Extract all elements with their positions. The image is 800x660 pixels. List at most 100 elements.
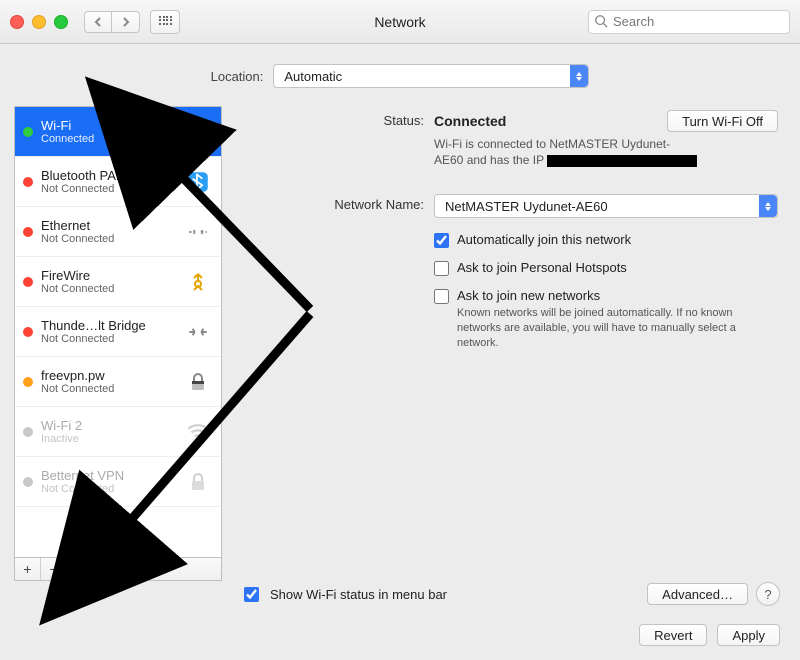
status-dot-disconnected <box>23 177 33 187</box>
service-name: freevpn.pw <box>41 368 175 383</box>
auto-join-row: Automatically join this network <box>434 232 778 248</box>
service-bluetooth-pan[interactable]: Bluetooth PAN Not Connected <box>15 157 221 207</box>
service-name: Thunde…lt Bridge <box>41 318 175 333</box>
wifi-grey-icon <box>183 417 213 447</box>
status-dot-disconnected <box>23 277 33 287</box>
window-controls <box>10 15 68 29</box>
titlebar: Network <box>0 0 800 44</box>
footer: Revert Apply <box>639 624 780 646</box>
help-button[interactable]: ? <box>756 582 780 606</box>
service-name: Betternet VPN <box>41 468 175 483</box>
search-field-wrapper <box>588 10 790 34</box>
status-dot-connected <box>23 127 33 137</box>
status-dot-disconnected <box>23 227 33 237</box>
lock-icon <box>183 367 213 397</box>
status-dot-disconnected <box>23 327 33 337</box>
revert-button[interactable]: Revert <box>639 624 707 646</box>
service-list[interactable]: Wi-Fi Connected Bluetooth PAN Not Connec… <box>14 106 222 558</box>
network-name-popup[interactable]: NetMASTER Uydunet-AE60 <box>434 194 778 218</box>
lock-grey-icon <box>183 467 213 497</box>
service-sub: Not Connected <box>41 483 175 495</box>
search-input[interactable] <box>588 10 790 34</box>
firewire-icon <box>183 267 213 297</box>
bottom-row: Show Wi-Fi status in menu bar Advanced… … <box>240 582 780 606</box>
ask-new-checkbox[interactable] <box>434 289 449 304</box>
bluetooth-icon <box>183 167 213 197</box>
service-list-toolbar: + − <box>14 558 222 581</box>
ethernet-icon <box>183 217 213 247</box>
service-wifi[interactable]: Wi-Fi Connected <box>15 107 221 157</box>
popup-arrows-icon <box>570 65 588 87</box>
add-service-button[interactable]: + <box>15 558 41 580</box>
ask-new-hint: Known networks will be joined automatica… <box>457 306 777 351</box>
service-sub: Inactive <box>41 433 175 445</box>
thunderbolt-icon <box>183 317 213 347</box>
service-sub: Not Connected <box>41 233 175 245</box>
show-in-menubar-label: Show Wi-Fi status in menu bar <box>270 587 447 602</box>
status-value: Connected <box>434 113 506 129</box>
remove-service-button[interactable]: − <box>41 558 67 580</box>
service-sub: Connected <box>41 133 175 145</box>
show-in-menubar-checkbox[interactable] <box>244 587 259 602</box>
service-sub: Not Connected <box>41 283 175 295</box>
ask-hotspot-row: Ask to join Personal Hotspots <box>434 260 778 276</box>
redacted-ip <box>547 155 697 167</box>
location-label: Location: <box>211 69 264 84</box>
service-betternet-vpn[interactable]: Betternet VPN Not Connected <box>15 457 221 507</box>
service-name: Wi-Fi <box>41 118 175 133</box>
network-name-label: Network Name: <box>244 194 434 212</box>
service-sub: Not Connected <box>41 333 175 345</box>
service-sub: Not Connected <box>41 383 175 395</box>
service-name: Wi-Fi 2 <box>41 418 175 433</box>
minimize-window[interactable] <box>32 15 46 29</box>
service-sub: Not Connected <box>41 183 175 195</box>
close-window[interactable] <box>10 15 24 29</box>
ask-new-row: Ask to join new networks Known networks … <box>434 288 778 351</box>
sidebar: Wi-Fi Connected Bluetooth PAN Not Connec… <box>14 106 222 581</box>
nav-segment <box>84 11 140 33</box>
ask-hotspot-label: Ask to join Personal Hotspots <box>457 260 627 275</box>
show-all-prefs-button[interactable] <box>150 10 180 34</box>
location-value: Automatic <box>284 69 342 84</box>
network-name-row: Network Name: NetMASTER Uydunet-AE60 <box>244 194 778 218</box>
advanced-button[interactable]: Advanced… <box>647 583 748 605</box>
forward-button[interactable] <box>112 11 140 33</box>
chevron-right-icon <box>121 17 131 27</box>
service-name: Ethernet <box>41 218 175 233</box>
status-label: Status: <box>244 110 434 128</box>
back-button[interactable] <box>84 11 112 33</box>
location-row: Location: Automatic <box>0 44 800 106</box>
status-dot-inactive <box>23 477 33 487</box>
wifi-icon <box>183 117 213 147</box>
service-thunderbolt-bridge[interactable]: Thunde…lt Bridge Not Connected <box>15 307 221 357</box>
main-area: Wi-Fi Connected Bluetooth PAN Not Connec… <box>0 106 800 581</box>
search-icon <box>594 14 608 28</box>
ask-new-label: Ask to join new networks <box>457 288 777 303</box>
zoom-window[interactable] <box>54 15 68 29</box>
popup-arrows-icon <box>759 195 777 217</box>
ask-hotspot-checkbox[interactable] <box>434 261 449 276</box>
auto-join-checkbox[interactable] <box>434 233 449 248</box>
auto-join-label: Automatically join this network <box>457 232 631 247</box>
service-name: FireWire <box>41 268 175 283</box>
gear-icon <box>73 562 79 576</box>
status-dot-amber <box>23 377 33 387</box>
apply-button[interactable]: Apply <box>717 624 780 646</box>
service-ethernet[interactable]: Ethernet Not Connected <box>15 207 221 257</box>
status-dot-inactive <box>23 427 33 437</box>
service-wifi-2[interactable]: Wi-Fi 2 Inactive <box>15 407 221 457</box>
detail-panel: Status: Connected Turn Wi-Fi Off Wi-Fi i… <box>236 106 786 581</box>
network-name-value: NetMASTER Uydunet-AE60 <box>445 199 608 214</box>
status-row: Status: Connected Turn Wi-Fi Off Wi-Fi i… <box>244 110 778 168</box>
chevron-down-icon <box>81 562 87 576</box>
location-popup[interactable]: Automatic <box>273 64 589 88</box>
window-body: Location: Automatic Wi-Fi Connected <box>0 44 800 660</box>
service-actions-button[interactable] <box>67 558 93 580</box>
chevron-left-icon <box>93 17 103 27</box>
service-firewire[interactable]: FireWire Not Connected <box>15 257 221 307</box>
service-freevpn[interactable]: freevpn.pw Not Connected <box>15 357 221 407</box>
service-name: Bluetooth PAN <box>41 168 175 183</box>
status-description: Wi-Fi is connected to NetMASTER Uydunet-… <box>434 136 778 168</box>
grid-icon <box>159 16 171 28</box>
turn-wifi-off-button[interactable]: Turn Wi-Fi Off <box>667 110 778 132</box>
